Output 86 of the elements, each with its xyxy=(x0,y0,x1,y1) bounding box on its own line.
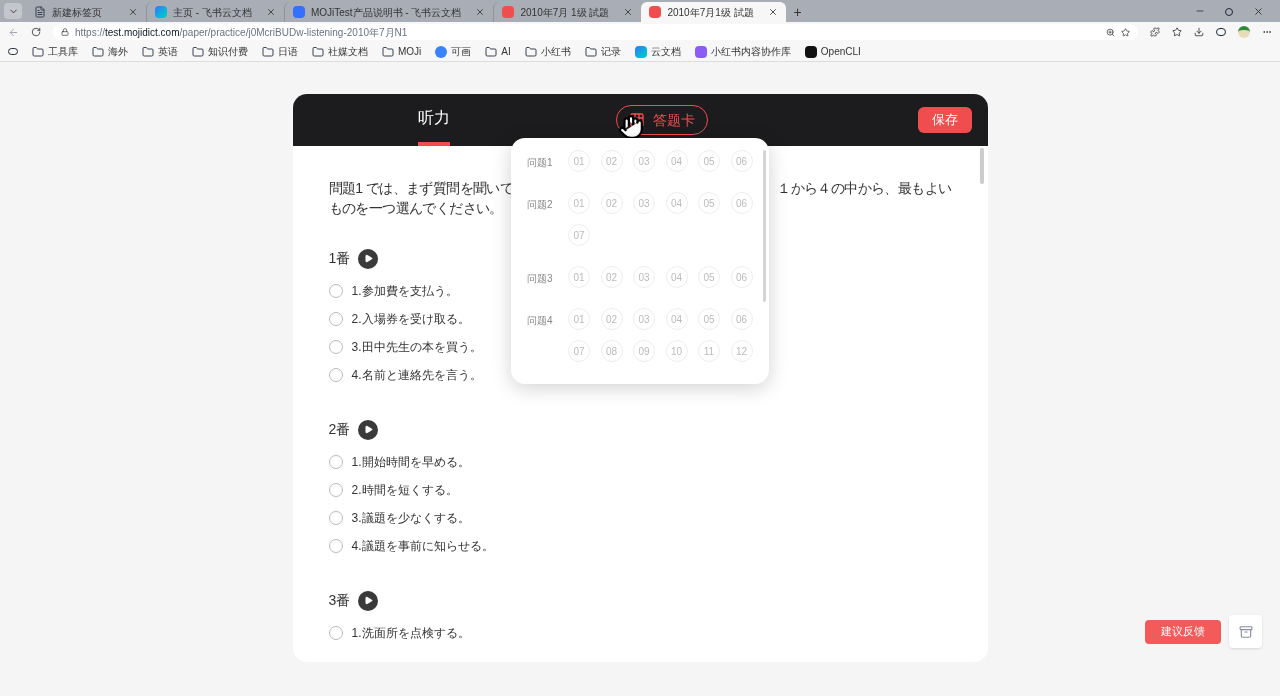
section-label: 问题1 xyxy=(527,156,554,170)
folder-icon xyxy=(382,45,394,58)
bookmark[interactable]: 日语 xyxy=(262,44,298,59)
option-text: 1.参加費を支払う。 xyxy=(351,283,458,300)
folder-icon xyxy=(32,45,44,58)
tab-title: 新建标签页 xyxy=(52,5,103,20)
bookmark[interactable]: 小红书 xyxy=(524,44,571,59)
archive-button[interactable] xyxy=(1229,615,1262,648)
section-label: 问题4 xyxy=(527,314,554,328)
bookmark[interactable]: 工具库 xyxy=(32,44,78,59)
back-icon[interactable] xyxy=(8,26,19,38)
reload-icon[interactable] xyxy=(31,27,41,37)
play-button[interactable] xyxy=(358,248,379,269)
extensions-icon[interactable] xyxy=(1150,27,1160,37)
terminal-icon xyxy=(804,45,817,58)
bookmark[interactable]: 可画 xyxy=(435,44,472,59)
address-bar[interactable]: https://test.mojidict.com/paper/practice/j0McriBUDw-listening-2010年7月N1 xyxy=(53,24,1138,40)
app-icon xyxy=(694,45,707,58)
close-icon[interactable] xyxy=(623,7,634,17)
folder-icon xyxy=(142,45,154,58)
bookmark[interactable]: 记录 xyxy=(584,44,621,59)
lock-icon xyxy=(61,28,69,36)
scrollbar-thumb xyxy=(979,148,984,184)
close-icon[interactable] xyxy=(767,7,778,17)
play-icon xyxy=(363,596,373,605)
bird-icon xyxy=(634,45,647,58)
bookmark[interactable]: 英语 xyxy=(142,44,178,59)
browser-tab[interactable]: 2010年7月1级 試題 xyxy=(641,2,786,22)
folder-icon xyxy=(262,45,274,58)
play-button[interactable] xyxy=(358,419,379,440)
bookmark[interactable]: 小红书内容协作库 xyxy=(694,44,791,59)
option-text: 2.入場券を受け取る。 xyxy=(351,311,470,328)
bookmark[interactable]: AI xyxy=(485,44,511,59)
option-text: 1.洗面所を点検する。 xyxy=(351,625,470,642)
star-icon[interactable] xyxy=(1121,27,1130,37)
tab[interactable]: 听力 xyxy=(417,94,450,146)
close-icon[interactable] xyxy=(265,7,276,17)
app-icon xyxy=(649,6,662,18)
document-icon xyxy=(292,6,305,18)
close-icon[interactable] xyxy=(475,7,486,17)
bookmark[interactable]: OpenCLI xyxy=(804,44,861,59)
play-icon xyxy=(363,425,373,434)
section-label: 问题2 xyxy=(527,198,554,212)
bookmark[interactable]: 云文档 xyxy=(634,44,681,59)
zoom-icon[interactable] xyxy=(1106,27,1115,37)
tab-title: 主页 - 飞书云文档 xyxy=(173,5,252,20)
folder-icon xyxy=(92,45,104,58)
option-text: 4.議題を事前に知らせる。 xyxy=(351,538,494,555)
section-label: 问题3 xyxy=(527,272,554,286)
bookmark[interactable]: 社媒文档 xyxy=(312,44,368,59)
folder-icon xyxy=(192,45,204,58)
play-icon xyxy=(363,254,373,263)
bookmark[interactable]: 海外 xyxy=(92,44,128,59)
new-tab-button[interactable]: + xyxy=(793,5,802,19)
instruction-text: １から４の中から、最もよい xyxy=(777,179,952,198)
close-icon[interactable] xyxy=(128,7,138,17)
tab-title: MOJiTest产品说明书 - 飞书云文档 xyxy=(310,5,462,20)
option-text: 1.開始時間を早める。 xyxy=(351,454,470,471)
option-text: 2.時間を短くする。 xyxy=(351,482,458,499)
instruction-text: ものを一つ選んでください。 xyxy=(328,200,503,216)
bird-icon xyxy=(155,6,167,18)
avatar[interactable] xyxy=(1238,26,1250,38)
folder-icon xyxy=(485,45,498,58)
app-icon xyxy=(502,6,515,18)
question-number: 1番 xyxy=(328,249,351,268)
page-icon xyxy=(34,6,46,18)
bookmark[interactable]: MOJi xyxy=(382,44,422,59)
option-text: 3.田中先生の本を買う。 xyxy=(351,339,482,356)
download-icon[interactable] xyxy=(1194,27,1204,37)
save-button[interactable]: 保存 xyxy=(917,107,972,133)
archive-icon xyxy=(1238,624,1253,639)
question-number: 2番 xyxy=(328,420,351,439)
url-text: https://test.mojidict.com/paper/practice/j0McriBUDw-listening-2010年7月N1 xyxy=(75,25,409,40)
folder-icon xyxy=(312,45,324,58)
question-number: 3番 xyxy=(328,591,351,610)
tab-title: 2010年7月 1级 試題 xyxy=(520,5,610,20)
feedback-button[interactable]: 建议反馈 xyxy=(1145,619,1221,644)
option-text: 3.議題を少なくする。 xyxy=(351,510,470,527)
folder-icon xyxy=(584,45,597,58)
bookmark[interactable]: 知识付费 xyxy=(192,44,248,59)
close-icon[interactable] xyxy=(1253,6,1264,17)
favorites-icon[interactable] xyxy=(1172,27,1182,37)
play-button[interactable] xyxy=(358,590,379,611)
tab-title: 2010年7月1级 試題 xyxy=(667,5,754,20)
folder-icon xyxy=(524,45,537,58)
option-text: 4.名前と連絡先を言う。 xyxy=(351,367,482,384)
